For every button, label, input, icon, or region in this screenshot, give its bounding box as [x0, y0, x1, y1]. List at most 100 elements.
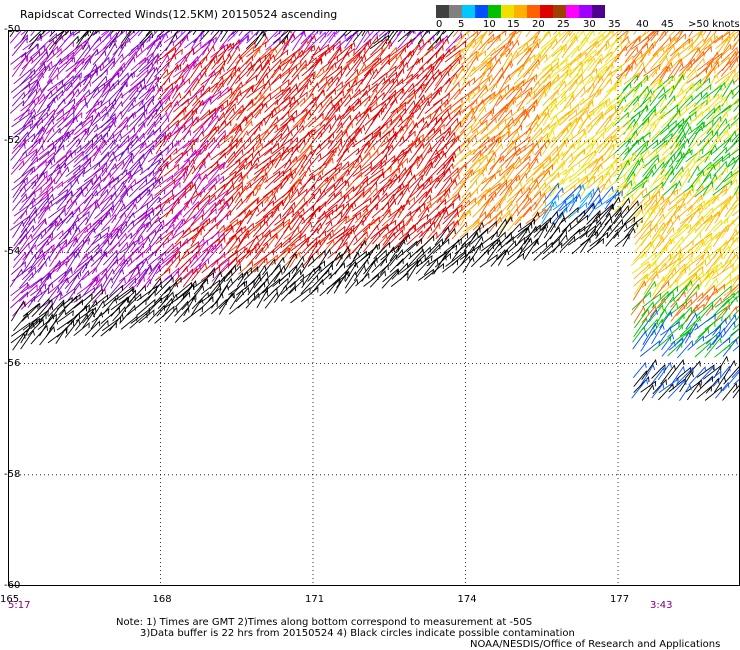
wind-barb [487, 175, 506, 192]
wind-barb [571, 160, 590, 178]
wind-barb [633, 317, 649, 337]
wind-barb [569, 167, 587, 183]
wind-barb [289, 273, 304, 288]
wind-barb [274, 146, 290, 169]
wind-barb [525, 162, 544, 183]
wind-barb [58, 128, 74, 142]
wind-barb [20, 180, 37, 198]
wind-barb [607, 53, 620, 72]
wind-barb [661, 140, 677, 156]
legend-swatch [501, 5, 514, 18]
wind-barb [408, 153, 423, 169]
wind-barb [470, 248, 489, 268]
legend-label: 30 [583, 19, 596, 30]
wind-barb [433, 70, 450, 91]
wind-barb [406, 202, 426, 217]
legend-swatch [514, 5, 527, 18]
wind-barb [642, 153, 659, 169]
legend-label: 20 [532, 19, 545, 30]
wind-barb [54, 241, 68, 259]
wind-barb [37, 108, 55, 126]
wind-barb [82, 243, 100, 260]
wind-barb [667, 323, 683, 338]
wind-barb [568, 132, 587, 149]
wind-barb [120, 271, 141, 289]
wind-barb [315, 46, 331, 64]
wind-barb [175, 248, 190, 268]
wind-barb [11, 91, 26, 107]
wind-vector-map [8, 30, 740, 586]
latitude-tick-label: -54 [4, 246, 21, 258]
wind-barb [193, 272, 215, 289]
wind-barb [580, 82, 595, 98]
wind-barb [9, 100, 25, 114]
wind-barb [12, 179, 27, 198]
wind-barb [138, 51, 154, 65]
wind-barb [454, 240, 471, 255]
legend-swatch [488, 5, 501, 18]
wind-barb [379, 154, 396, 170]
wind-barb [370, 208, 391, 226]
wind-barb [605, 173, 626, 190]
wind-barb [676, 339, 694, 359]
wind-barb [418, 221, 436, 238]
wind-barb [532, 204, 552, 224]
legend-label: 15 [507, 19, 520, 30]
wind-barb [586, 237, 604, 253]
wind-barb [598, 164, 615, 184]
wind-barb [705, 283, 725, 301]
wind-barb [371, 263, 389, 280]
wind-barb [642, 259, 657, 275]
wind-barb [12, 332, 26, 351]
wind-barb [309, 66, 325, 86]
wind-barb [651, 244, 668, 261]
wind-barb [73, 94, 86, 114]
wind-barb [327, 69, 343, 86]
wind-barb [445, 40, 467, 58]
start-time: 5:17 [8, 600, 31, 611]
wind-barb [559, 206, 579, 225]
legend-label: 25 [557, 19, 570, 30]
wind-barb [696, 375, 714, 393]
wind-barb [211, 76, 224, 93]
wind-barb [676, 30, 684, 42]
legend-label: 10 [483, 19, 496, 30]
wind-barb [91, 68, 108, 84]
wind-barb [587, 221, 602, 238]
note-line-3: NOAA/NESDIS/Office of Research and Appli… [470, 639, 721, 650]
wind-barb [344, 211, 362, 225]
wind-barb [182, 116, 199, 141]
legend-label: 45 [661, 19, 674, 30]
wind-barb [443, 167, 459, 182]
wind-barb [630, 250, 647, 267]
wind-barb [661, 340, 676, 357]
wind-barb [639, 340, 660, 357]
wind-barb [119, 178, 137, 198]
wind-barb [460, 197, 476, 213]
wind-barb [20, 248, 33, 267]
wind-barb [138, 84, 156, 107]
wind-barb [299, 44, 316, 63]
wind-barb [479, 253, 498, 268]
wind-barb [237, 198, 258, 218]
wind-barb [73, 269, 90, 290]
wind-barb [481, 169, 501, 184]
wind-barb [13, 312, 29, 332]
wind-barb [343, 183, 361, 199]
wind-barb [497, 249, 510, 266]
legend-swatch [540, 5, 553, 18]
wind-barb [694, 327, 710, 343]
wind-barb [342, 99, 362, 120]
wind-barb [614, 233, 630, 248]
legend-label: 40 [636, 19, 649, 30]
wind-barb [344, 219, 364, 238]
note-line-1: Note: 1) Times are GMT 2)Times along bot… [116, 617, 533, 628]
wind-barb [391, 262, 409, 280]
legend-swatch [449, 5, 462, 18]
legend-swatch [579, 5, 592, 18]
wind-barb [722, 382, 738, 401]
wind-barb [130, 57, 149, 77]
latitude-tick-label: -60 [4, 580, 21, 591]
wind-barb [453, 149, 472, 168]
wind-barb [27, 253, 45, 273]
